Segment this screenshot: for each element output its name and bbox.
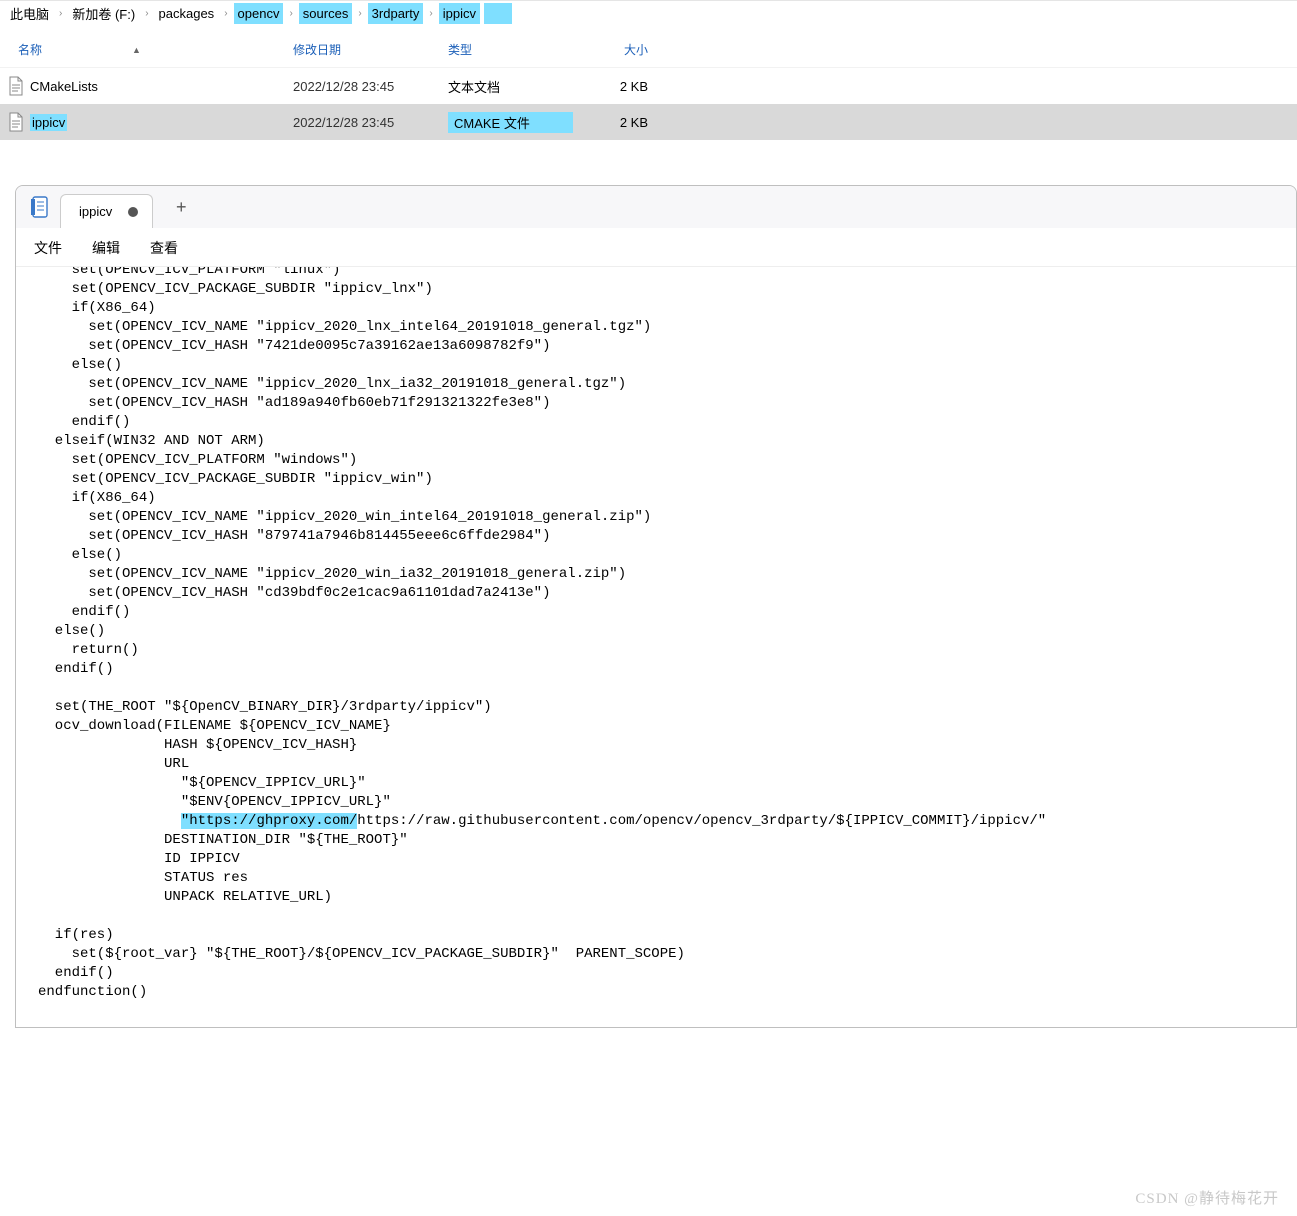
code-line: set(OPENCV_ICV_PLATFORM "linux") — [38, 267, 1296, 280]
code-line: set(THE_ROOT "${OpenCV_BINARY_DIR}/3rdpa… — [38, 698, 1296, 717]
notepad-icon — [26, 194, 52, 220]
breadcrumb-segment[interactable]: 此电脑 — [6, 1, 53, 26]
file-name: CMakeLists — [30, 79, 98, 94]
chevron-right-icon: › — [287, 8, 294, 19]
code-line: set(OPENCV_ICV_PACKAGE_SUBDIR "ippicv_ln… — [38, 280, 1296, 299]
editor-tab[interactable]: ippicv — [60, 194, 153, 228]
file-row[interactable]: CMakeLists 2022/12/28 23:45文本文档2 KB — [0, 68, 1297, 104]
sort-asc-icon: ▲ — [132, 45, 141, 55]
code-line: if(res) — [38, 926, 1296, 945]
menu-view[interactable]: 查看 — [150, 238, 178, 258]
code-line: set(OPENCV_ICV_NAME "ippicv_2020_lnx_ia3… — [38, 375, 1296, 394]
column-name-label: 名称 — [18, 41, 42, 58]
code-line — [38, 679, 1296, 698]
code-line: set(OPENCV_ICV_HASH "7421de0095c7a39162a… — [38, 337, 1296, 356]
column-type[interactable]: 类型 — [448, 41, 578, 58]
chevron-right-icon: › — [143, 8, 150, 19]
breadcrumb-tail — [484, 3, 512, 24]
menu-edit[interactable]: 编辑 — [92, 238, 120, 258]
chevron-right-icon: › — [356, 8, 363, 19]
editor-menubar: 文件 编辑 查看 — [16, 228, 1296, 267]
code-line: set(OPENCV_ICV_NAME "ippicv_2020_lnx_int… — [38, 318, 1296, 337]
code-line: URL — [38, 755, 1296, 774]
column-size[interactable]: 大小 — [578, 41, 658, 58]
file-list: CMakeLists2022/12/28 23:45文本文档2 KBippicv… — [0, 68, 1297, 140]
code-area[interactable]: set(OPENCV_ICV_PLATFORM "linux") set(OPE… — [16, 267, 1296, 1027]
code-line: HASH ${OPENCV_ICV_HASH} — [38, 736, 1296, 755]
tab-modified-dot-icon — [128, 207, 138, 217]
code-line: set(OPENCV_ICV_NAME "ippicv_2020_win_int… — [38, 508, 1296, 527]
code-line: set(OPENCV_ICV_PACKAGE_SUBDIR "ippicv_wi… — [38, 470, 1296, 489]
menu-file[interactable]: 文件 — [34, 238, 62, 258]
code-line: elseif(WIN32 AND NOT ARM) — [38, 432, 1296, 451]
file-size: 2 KB — [578, 79, 658, 94]
breadcrumb-segment[interactable]: packages — [155, 3, 219, 24]
column-name[interactable]: 名称 ▲ — [18, 41, 293, 58]
code-line: set(OPENCV_ICV_HASH "cd39bdf0c2e1cac9a61… — [38, 584, 1296, 603]
code-line: return() — [38, 641, 1296, 660]
file-size: 2 KB — [578, 115, 658, 130]
watermark: CSDN @静待梅花开 — [1135, 1187, 1279, 1208]
breadcrumb-segment[interactable]: 3rdparty — [368, 3, 424, 24]
highlighted-url: "https://ghproxy.com/ — [181, 813, 357, 829]
code-line: endif() — [38, 964, 1296, 983]
file-date: 2022/12/28 23:45 — [293, 79, 448, 94]
code-line: set(OPENCV_ICV_HASH "879741a7946b814455e… — [38, 527, 1296, 546]
code-line: DESTINATION_DIR "${THE_ROOT}" — [38, 831, 1296, 850]
column-date[interactable]: 修改日期 — [293, 41, 448, 58]
code-line: if(X86_64) — [38, 489, 1296, 508]
code-line: endfunction() — [38, 983, 1296, 1002]
code-line: set(OPENCV_ICV_PLATFORM "windows") — [38, 451, 1296, 470]
breadcrumb-segment[interactable]: ippicv — [439, 3, 480, 24]
code-line: else() — [38, 546, 1296, 565]
chevron-right-icon: › — [427, 8, 434, 19]
code-line — [38, 907, 1296, 926]
code-line: "$ENV{OPENCV_IPPICV_URL}" — [38, 793, 1296, 812]
breadcrumb-segment[interactable]: 新加卷 (F:) — [68, 1, 139, 26]
code-line: endif() — [38, 660, 1296, 679]
code-line: ID IPPICV — [38, 850, 1296, 869]
file-name: ippicv — [30, 114, 67, 131]
code-line: STATUS res — [38, 869, 1296, 888]
breadcrumb-segment[interactable]: opencv — [234, 3, 284, 24]
code-line: else() — [38, 356, 1296, 375]
code-line: endif() — [38, 603, 1296, 622]
file-icon — [8, 76, 24, 96]
editor-titlebar: ippicv + — [16, 186, 1296, 228]
chevron-right-icon: › — [57, 8, 64, 19]
file-type: CMAKE 文件 — [448, 112, 578, 133]
new-tab-button[interactable]: + — [171, 197, 191, 217]
breadcrumb[interactable]: 此电脑›新加卷 (F:)›packages›opencv›sources›3rd… — [0, 0, 1297, 32]
code-line: UNPACK RELATIVE_URL) — [38, 888, 1296, 907]
code-line: ocv_download(FILENAME ${OPENCV_ICV_NAME} — [38, 717, 1296, 736]
code-line: else() — [38, 622, 1296, 641]
code-line: set(OPENCV_ICV_HASH "ad189a940fb60eb71f2… — [38, 394, 1296, 413]
chevron-right-icon: › — [222, 8, 229, 19]
file-list-header: 名称 ▲ 修改日期 类型 大小 — [0, 32, 1297, 68]
text-editor: ippicv + 文件 编辑 查看 set(OPENCV_ICV_PLATFOR… — [15, 185, 1297, 1028]
code-line: endif() — [38, 413, 1296, 432]
code-line: if(X86_64) — [38, 299, 1296, 318]
code-line: "https://ghproxy.com/https://raw.githubu… — [38, 812, 1296, 831]
file-icon — [8, 112, 24, 132]
code-line: set(${root_var} "${THE_ROOT}/${OPENCV_IC… — [38, 945, 1296, 964]
file-row[interactable]: ippicv 2022/12/28 23:45CMAKE 文件2 KB — [0, 104, 1297, 140]
tab-title: ippicv — [79, 204, 112, 219]
file-type: 文本文档 — [448, 77, 578, 96]
breadcrumb-segment[interactable]: sources — [299, 3, 353, 24]
file-date: 2022/12/28 23:45 — [293, 115, 448, 130]
code-line: set(OPENCV_ICV_NAME "ippicv_2020_win_ia3… — [38, 565, 1296, 584]
code-line: "${OPENCV_IPPICV_URL}" — [38, 774, 1296, 793]
